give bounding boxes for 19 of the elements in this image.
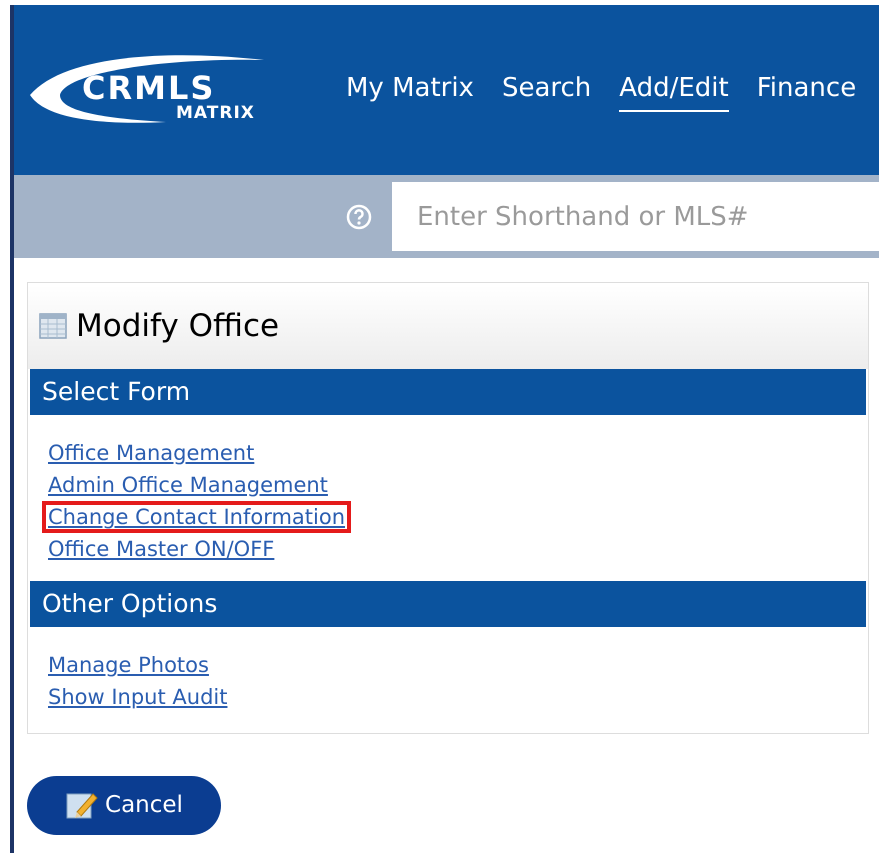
form-link[interactable]: Show Input Audit [42,681,234,713]
section-header: Other Options [30,581,866,627]
help-icon[interactable] [346,204,372,230]
nav-tab[interactable]: My Matrix [346,68,474,112]
form-link[interactable]: Manage Photos [42,649,215,681]
form-link[interactable]: Office Master ON/OFF [42,533,280,565]
cancel-button[interactable]: Cancel [27,776,221,835]
panel-title: Modify Office [76,306,280,346]
nav-tab[interactable]: Search [502,68,592,112]
form-link[interactable]: Office Management [42,437,260,469]
search-field[interactable]: Enter Shorthand or MLS# [392,182,879,251]
form-link[interactable]: Change Contact Information [42,501,352,533]
section-header: Select Form [30,369,866,415]
logo-text: CRMLS [82,72,216,104]
logo-subtitle: MATRIX [176,105,255,122]
table-icon [38,311,68,341]
form-link[interactable]: Admin Office Management [42,469,334,501]
nav-tab[interactable]: Finance [756,68,856,112]
nav-tab[interactable]: Add/Edit [619,68,729,112]
